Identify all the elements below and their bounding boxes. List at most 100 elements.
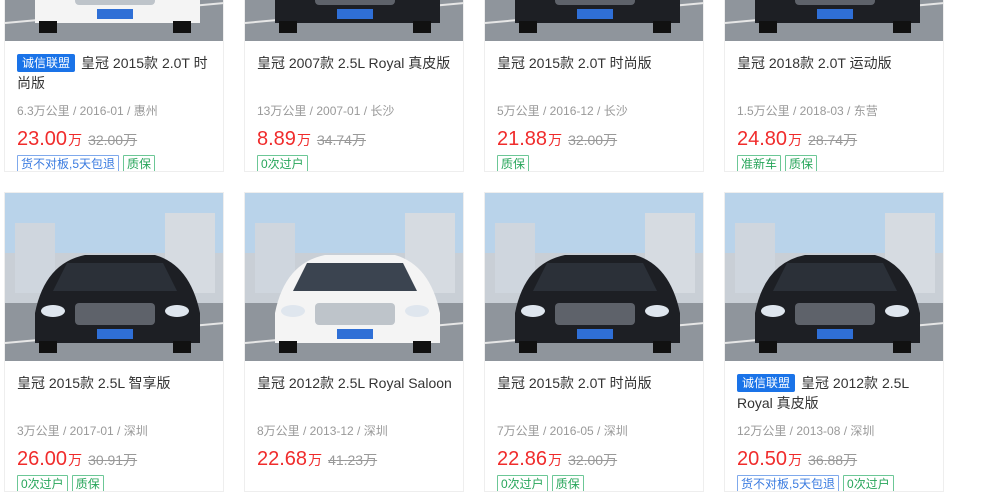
car-meta: 8万公里 / 2013-12 / 深圳 [257,424,388,438]
current-price: 21.88 [497,128,548,150]
car-meta: 6.3万公里 / 2016-01 / 惠州 [17,104,158,118]
tag-list: 0次过户 质保 [17,475,213,491]
current-price: 8.89 [257,128,296,150]
current-price: 22.68 [257,448,308,470]
car-title[interactable]: 诚信联盟 皇冠 2012款 2.5L Royal 真皮版 [737,373,933,413]
current-price: 23.00 [17,128,68,150]
integrity-alliance-badge: 诚信联盟 [17,54,76,72]
service-tag: 货不对板,5天包退 [737,475,840,491]
car-meta: 3万公里 / 2017-01 / 深圳 [17,424,148,438]
car-photo[interactable] [5,0,223,41]
price-unit: 万 [68,452,83,468]
tag-list: 货不对板,5天包退 0次过户 [737,475,933,491]
current-price: 22.86 [497,448,548,470]
service-tag: 0次过户 [17,475,68,491]
original-price: 32.00万 [568,452,618,468]
car-info: 皇冠 2015款 2.0T 时尚版 5万公里 / 2016-12 / 长沙 21… [497,53,693,171]
car-card[interactable]: 皇冠 2012款 2.5L Royal Saloon 8万公里 / 2013-1… [244,192,464,492]
car-card[interactable]: 诚信联盟 皇冠 2015款 2.0T 时尚版 6.3万公里 / 2016-01 /… [4,0,224,172]
price-line: 21.88万 32.00万 [497,127,693,151]
car-title-text: 皇冠 2012款 2.5L Royal Saloon [257,375,452,391]
price-line: 22.86万 32.00万 [497,447,693,471]
car-card[interactable]: 皇冠 2007款 2.5L Royal 真皮版 13万公里 / 2007-01 … [244,0,464,172]
car-meta: 1.5万公里 / 2018-03 / 东营 [737,104,878,118]
current-price: 24.80 [737,128,788,150]
integrity-alliance-badge: 诚信联盟 [737,374,796,392]
tag-list: 质保 [497,155,693,171]
car-meta: 12万公里 / 2013-08 / 深圳 [737,424,875,438]
car-info: 诚信联盟 皇冠 2015款 2.0T 时尚版 6.3万公里 / 2016-01 /… [17,53,213,171]
price-unit: 万 [788,452,803,468]
service-tag: 货不对板,5天包退 [17,155,120,171]
car-title[interactable]: 皇冠 2015款 2.5L 智享版 [17,373,213,413]
price-unit: 万 [296,132,311,148]
car-photo[interactable] [245,0,463,41]
car-card[interactable]: 皇冠 2015款 2.0T 时尚版 7万公里 / 2016-05 / 深圳 22… [484,192,704,492]
car-info: 皇冠 2015款 2.0T 时尚版 7万公里 / 2016-05 / 深圳 22… [497,373,693,491]
tag-list: 0次过户 质保 [497,475,693,491]
car-info: 皇冠 2007款 2.5L Royal 真皮版 13万公里 / 2007-01 … [257,53,453,171]
current-price: 20.50 [737,448,788,470]
car-photo[interactable] [5,193,223,361]
car-info: 诚信联盟 皇冠 2012款 2.5L Royal 真皮版 12万公里 / 2013… [737,373,933,491]
service-tag: 0次过户 [497,475,548,491]
service-tag: 0次过户 [257,155,308,171]
price-unit: 万 [548,452,563,468]
car-card[interactable]: 皇冠 2015款 2.0T 时尚版 5万公里 / 2016-12 / 长沙 21… [484,0,704,172]
original-price: 32.00万 [88,132,138,148]
price-unit: 万 [788,132,803,148]
car-title[interactable]: 皇冠 2015款 2.0T 时尚版 [497,373,693,413]
price-unit: 万 [548,132,563,148]
car-info: 皇冠 2015款 2.5L 智享版 3万公里 / 2017-01 / 深圳 26… [17,373,213,491]
car-title-text: 皇冠 2007款 2.5L Royal 真皮版 [257,55,451,71]
car-photo[interactable] [725,0,943,41]
car-title[interactable]: 皇冠 2018款 2.0T 运动版 [737,53,933,93]
tag-list: 准新车 质保 [737,155,933,171]
car-meta: 7万公里 / 2016-05 / 深圳 [497,424,628,438]
original-price: 30.91万 [88,452,138,468]
car-title-text: 皇冠 2018款 2.0T 运动版 [737,55,892,71]
original-price: 34.74万 [316,132,366,148]
original-price: 36.88万 [808,452,858,468]
car-card[interactable]: 皇冠 2018款 2.0T 运动版 1.5万公里 / 2018-03 / 东营 … [724,0,944,172]
right-edge-strip [968,0,985,503]
tag-list: 货不对板,5天包退 质保 [17,155,213,171]
price-unit: 万 [308,452,323,468]
service-tag: 质保 [551,475,584,491]
service-tag: 质保 [785,155,818,171]
price-unit: 万 [68,132,83,148]
car-photo[interactable] [485,0,703,41]
car-meta: 13万公里 / 2007-01 / 长沙 [257,104,395,118]
car-title[interactable]: 诚信联盟 皇冠 2015款 2.0T 时尚版 [17,53,213,93]
service-tag: 质保 [497,155,530,171]
price-line: 8.89万 34.74万 [257,127,453,151]
service-tag: 质保 [123,155,156,171]
tag-list: 0次过户 [257,155,453,171]
car-photo[interactable] [245,193,463,361]
current-price: 26.00 [17,448,68,470]
car-title[interactable]: 皇冠 2015款 2.0T 时尚版 [497,53,693,93]
price-line: 22.68万 41.23万 [257,447,453,471]
car-title-text: 皇冠 2015款 2.5L 智享版 [17,375,171,391]
car-meta: 5万公里 / 2016-12 / 长沙 [497,104,628,118]
price-line: 23.00万 32.00万 [17,127,213,151]
original-price: 32.00万 [568,132,618,148]
car-info: 皇冠 2012款 2.5L Royal Saloon 8万公里 / 2013-1… [257,373,453,491]
service-tag: 质保 [71,475,104,491]
car-info: 皇冠 2018款 2.0T 运动版 1.5万公里 / 2018-03 / 东营 … [737,53,933,171]
price-line: 26.00万 30.91万 [17,447,213,471]
car-card[interactable]: 皇冠 2015款 2.5L 智享版 3万公里 / 2017-01 / 深圳 26… [4,192,224,492]
car-card[interactable]: 诚信联盟 皇冠 2012款 2.5L Royal 真皮版 12万公里 / 2013… [724,192,944,492]
car-title-text: 皇冠 2015款 2.0T 时尚版 [497,55,652,71]
price-line: 20.50万 36.88万 [737,447,933,471]
original-price: 41.23万 [328,452,378,468]
original-price: 28.74万 [808,132,858,148]
service-tag: 准新车 [737,155,782,171]
car-title[interactable]: 皇冠 2012款 2.5L Royal Saloon [257,373,453,413]
car-photo[interactable] [725,193,943,361]
service-tag: 0次过户 [843,475,894,491]
price-line: 24.80万 28.74万 [737,127,933,151]
car-title[interactable]: 皇冠 2007款 2.5L Royal 真皮版 [257,53,453,93]
car-photo[interactable] [485,193,703,361]
car-title-text: 皇冠 2015款 2.0T 时尚版 [497,375,652,391]
